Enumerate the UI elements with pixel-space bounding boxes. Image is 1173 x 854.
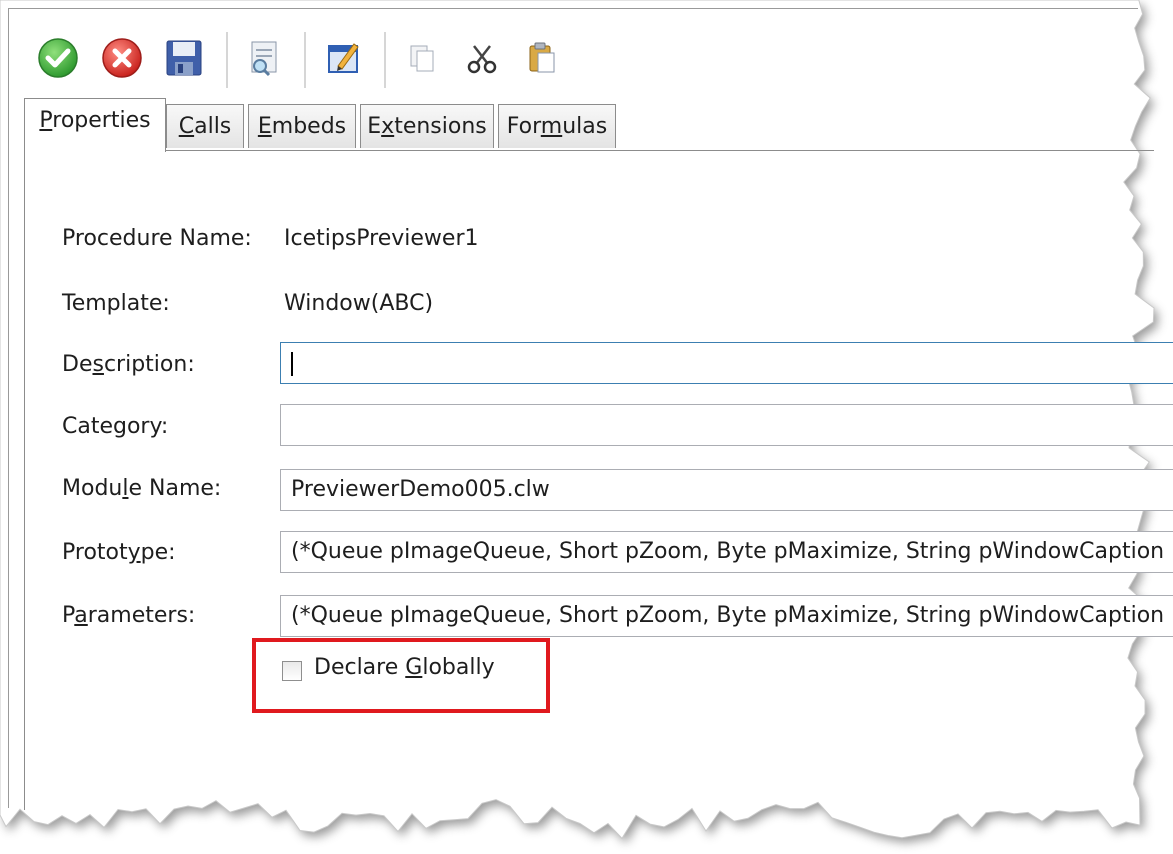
- text-caret: [291, 352, 293, 376]
- cancel-button[interactable]: [94, 30, 150, 86]
- copy-button[interactable]: [394, 30, 450, 86]
- panel-left-border: [24, 150, 25, 810]
- paste-button[interactable]: [514, 30, 570, 86]
- prototype-field[interactable]: (*Queue pImageQueue, Short pZoom, Byte p…: [280, 531, 1173, 573]
- edit-button[interactable]: [316, 30, 372, 86]
- edit-notepad-icon: [328, 43, 359, 73]
- prototype-label: Prototype:: [62, 540, 176, 565]
- preview-document-icon: [251, 41, 277, 77]
- window-left-border: [8, 8, 9, 808]
- procedure-name-value: IcetipsPreviewer1: [284, 226, 479, 251]
- tab-properties[interactable]: Properties: [24, 98, 166, 152]
- template-label: Template:: [62, 291, 170, 316]
- category-field[interactable]: [280, 404, 1173, 446]
- ok-check-icon: [38, 38, 78, 78]
- toolbar: [30, 30, 670, 90]
- tab-strip-baseline: [24, 150, 1154, 151]
- prototype-value: (*Queue pImageQueue, Short pZoom, Byte p…: [291, 539, 1165, 564]
- parameters-value: (*Queue pImageQueue, Short pZoom, Byte p…: [291, 603, 1165, 628]
- red-highlight-box: [252, 638, 550, 713]
- tab-extensions[interactable]: Extensions: [360, 104, 494, 148]
- parameters-label: Parameters:: [62, 603, 196, 628]
- module-name-label: Module Name:: [62, 476, 222, 501]
- template-value: Window(ABC): [284, 291, 434, 316]
- ok-button[interactable]: [30, 30, 86, 86]
- window-top-border: [8, 8, 1138, 9]
- paste-icon: [529, 42, 555, 73]
- category-label: Category:: [62, 414, 169, 439]
- cancel-x-icon: [102, 38, 142, 78]
- save-floppy-icon: [166, 40, 202, 76]
- cut-scissors-icon: [467, 45, 497, 74]
- tab-formulas[interactable]: Formulas: [498, 104, 616, 148]
- tab-calls[interactable]: Calls: [166, 104, 244, 148]
- tab-embeds[interactable]: Embeds: [248, 104, 356, 148]
- parameters-field[interactable]: (*Queue pImageQueue, Short pZoom, Byte p…: [280, 595, 1173, 637]
- description-label: Description:: [62, 352, 195, 377]
- module-name-value: PreviewerDemo005.clw: [291, 477, 550, 502]
- cut-button[interactable]: [454, 30, 510, 86]
- module-name-field[interactable]: PreviewerDemo005.clw: [280, 469, 1173, 511]
- preview-button[interactable]: [236, 30, 292, 86]
- screenshot-canvas: Properties Calls Embeds Extensions Formu…: [0, 0, 1173, 854]
- copy-icon: [410, 45, 434, 72]
- save-button[interactable]: [156, 30, 212, 86]
- procedure-name-label: Procedure Name:: [62, 226, 252, 251]
- description-field[interactable]: [280, 342, 1173, 384]
